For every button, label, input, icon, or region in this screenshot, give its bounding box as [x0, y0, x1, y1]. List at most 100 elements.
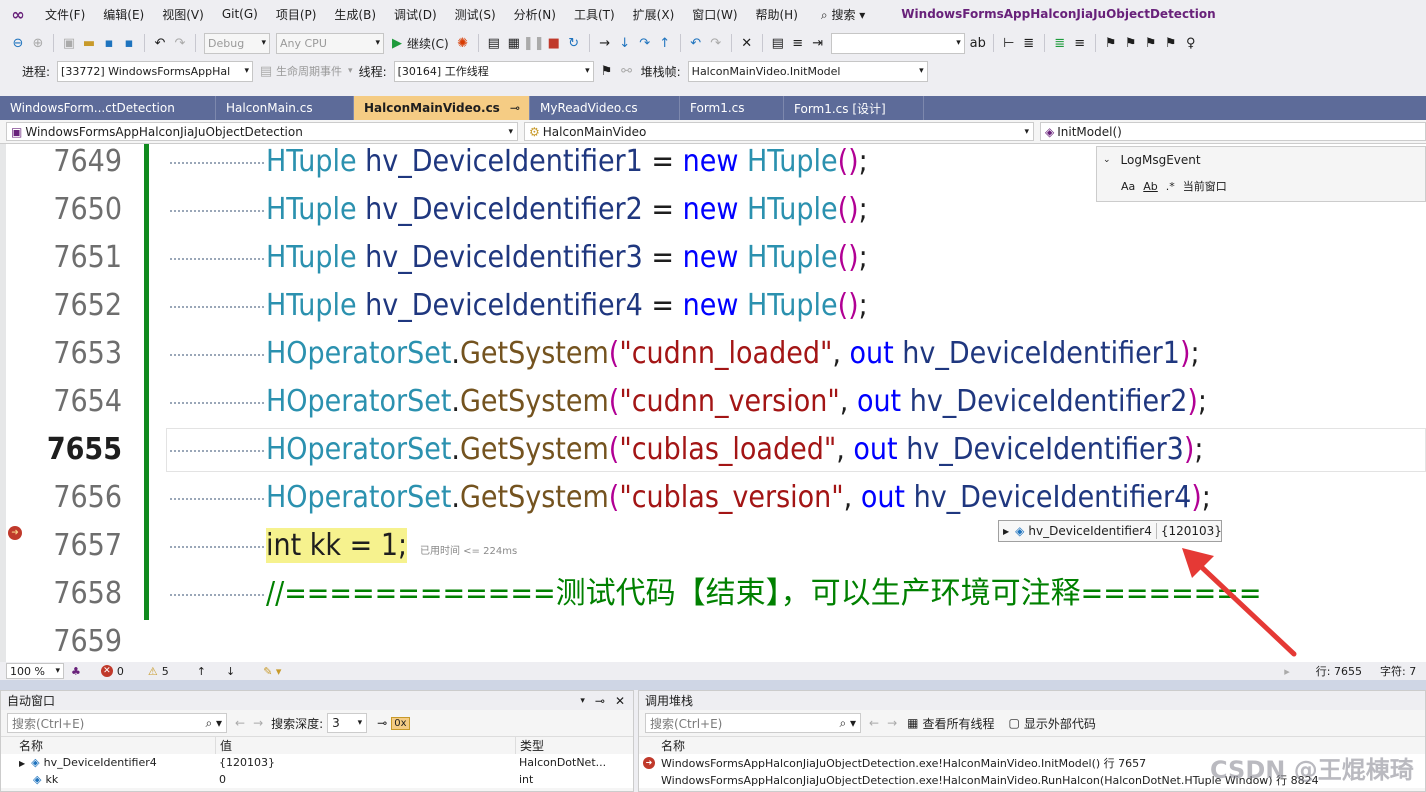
menu-window[interactable]: 窗口(W)	[683, 6, 746, 23]
match-case-icon[interactable]: Aa	[1121, 180, 1135, 193]
forward-icon[interactable]: →	[253, 716, 263, 730]
bookmark-prev-icon[interactable]: ⚑	[1121, 33, 1141, 53]
tab-form1[interactable]: Form1.cs	[680, 96, 784, 120]
expand-arrow-icon[interactable]: ▶	[1003, 527, 1009, 536]
menu-test[interactable]: 测试(S)	[446, 6, 505, 23]
close-icon[interactable]: ✕	[615, 694, 625, 708]
comment-icon[interactable]: ≣	[1019, 33, 1039, 53]
menu-view[interactable]: 视图(V)	[153, 6, 213, 23]
menu-extensions[interactable]: 扩展(X)	[624, 6, 684, 23]
back-icon[interactable]: ←	[869, 716, 879, 730]
table-row[interactable]: ◈ kk 0 int	[1, 771, 633, 788]
code-line-comment[interactable]: //============测试代码【结束】，可以生产环境可注释========	[170, 570, 1262, 618]
current-statement-arrow-icon[interactable]: ➜	[8, 526, 22, 540]
step-into-icon[interactable]: ↓	[615, 33, 635, 53]
lightbulb-icon[interactable]: ♀	[1181, 33, 1201, 53]
search-menu[interactable]: ⌕ 搜索 ▾	[813, 6, 873, 23]
class-dropdown[interactable]: ⚙ HalconMainVideo ▾	[524, 122, 1034, 141]
expand-arrow-icon[interactable]: ▶	[19, 759, 25, 768]
menu-file[interactable]: 文件(F)	[36, 6, 94, 23]
step-out-icon[interactable]: ↑	[655, 33, 675, 53]
code-line-current[interactable]: HOperatorSet.GetSystem("cublas_loaded", …	[170, 426, 1204, 474]
char-indicator[interactable]: 字符: 7	[1380, 663, 1426, 679]
continue-icon[interactable]: ▶	[387, 33, 407, 53]
uncomment-icon[interactable]: ≣	[1050, 33, 1070, 53]
project-dropdown[interactable]: ▣ WindowsFormsAppHalconJiaJuObjectDetecti…	[6, 122, 518, 141]
browser-link-icon[interactable]: ▤	[484, 33, 504, 53]
warning-count[interactable]: 5	[162, 665, 169, 678]
callstack-search-input[interactable]: 搜索(Ctrl+E) ⌕ ▾	[645, 713, 861, 733]
pin-icon[interactable]: ⊸	[595, 694, 605, 708]
next-issue-icon[interactable]: ↓	[226, 665, 235, 678]
line-indicator[interactable]: 行: 7655	[1316, 663, 1362, 679]
dropdown-icon[interactable]: ▾	[580, 696, 585, 706]
expand-icon[interactable]: ⌄	[1103, 155, 1111, 165]
code-line[interactable]: HTuple hv_DeviceIdentifier4 = new HTuple…	[170, 282, 868, 330]
column-type[interactable]: 类型	[515, 737, 633, 754]
process-dropdown[interactable]: [33772] WindowsFormsAppHal ▾	[57, 60, 254, 82]
bookmark-icon[interactable]: ⚑	[1101, 33, 1121, 53]
regex-icon[interactable]: .*	[1166, 180, 1175, 193]
prev-issue-icon[interactable]: ↑	[197, 665, 206, 678]
menu-edit[interactable]: 编辑(E)	[94, 6, 153, 23]
find-input[interactable]: LogMsgEvent	[1121, 153, 1201, 167]
data-tip[interactable]: ▶ ◈ hv_DeviceIdentifier4 {120103}	[998, 520, 1222, 542]
tab-myreadvideo[interactable]: MyReadVideo.cs	[530, 96, 680, 120]
menu-build[interactable]: 生成(B)	[325, 6, 385, 23]
align-icon[interactable]: ⊢	[999, 33, 1019, 53]
indicator-margin[interactable]	[0, 144, 6, 662]
column-name[interactable]: 名称	[1, 737, 215, 754]
document-icon[interactable]: ▤	[768, 33, 788, 53]
back-icon[interactable]: ⊖	[8, 33, 28, 53]
health-icon[interactable]: ♣	[71, 665, 81, 678]
code-line[interactable]: HTuple hv_DeviceIdentifier2 = new HTuple…	[170, 186, 868, 234]
step-over-icon[interactable]: ↷	[635, 33, 655, 53]
format-icon[interactable]: ≡	[788, 33, 808, 53]
code-line-next-statement[interactable]: int kk = 1;	[170, 522, 408, 570]
code-line[interactable]: HTuple hv_DeviceIdentifier3 = new HTuple…	[170, 234, 868, 282]
menu-project[interactable]: 项目(P)	[267, 6, 326, 23]
lifecycle-events[interactable]: 生命周期事件	[276, 63, 342, 79]
depth-dropdown[interactable]: 3 ▾	[327, 713, 368, 733]
stackframe-dropdown[interactable]: HalconMainVideo.InitModel ▾	[687, 60, 928, 82]
lifecycle-icon[interactable]: ▤	[256, 61, 276, 81]
code-line[interactable]: HOperatorSet.GetSystem("cudnn_version", …	[170, 378, 1207, 426]
undo-icon[interactable]: ↶	[150, 33, 170, 53]
tools-icon[interactable]: ✕	[737, 33, 757, 53]
spell-check-icon[interactable]: ab	[968, 33, 988, 53]
open-folder-icon[interactable]: ▬	[79, 33, 99, 53]
zoom-dropdown[interactable]: 100 % ▾	[6, 663, 64, 679]
stop-icon[interactable]: ■	[544, 33, 564, 53]
platform-dropdown[interactable]: Any CPU ▾	[276, 32, 384, 54]
external-code-icon[interactable]: ▢	[1008, 716, 1019, 730]
undo2-icon[interactable]: ↶	[686, 33, 706, 53]
redo-icon[interactable]: ↷	[170, 33, 190, 53]
menu-help[interactable]: 帮助(H)	[747, 6, 807, 23]
layout-icon[interactable]: ▦	[504, 33, 524, 53]
restart-icon[interactable]: ↻	[564, 33, 584, 53]
column-value[interactable]: 值	[215, 737, 515, 754]
show-external-code-button[interactable]: 显示外部代码	[1024, 715, 1096, 732]
continue-button[interactable]: 继续(C)	[407, 35, 449, 52]
indent-icon[interactable]: ⇥	[808, 33, 828, 53]
show-next-statement-icon[interactable]: →	[595, 33, 615, 53]
hex-icon[interactable]: 0x	[391, 716, 410, 730]
code-editor[interactable]: 7649 7650 7651 7652 7653 7654 7655 7656 …	[0, 144, 1426, 662]
flag-icon[interactable]: ⚑	[597, 61, 617, 81]
find-combo[interactable]: ▾	[830, 32, 965, 54]
bookmark-next-icon[interactable]: ⚑	[1141, 33, 1161, 53]
scroll-right-icon[interactable]: ▸	[1284, 665, 1290, 678]
tab-halconmain[interactable]: HalconMain.cs	[216, 96, 354, 120]
new-project-icon[interactable]: ▣	[59, 33, 79, 53]
tab-designer-detection[interactable]: WindowsForm...ctDetection	[0, 96, 216, 120]
pause-icon[interactable]: ❚❚	[523, 33, 545, 53]
menu-git[interactable]: Git(G)	[213, 7, 267, 21]
config-dropdown[interactable]: Debug ▾	[204, 32, 270, 54]
save-all-icon[interactable]: ▪	[119, 33, 139, 53]
tab-halconmainvideo[interactable]: HalconMainVideo.cs⊸✕	[354, 96, 530, 120]
bookmark-clear-icon[interactable]: ⚑	[1161, 33, 1181, 53]
menu-analyze[interactable]: 分析(N)	[505, 6, 565, 23]
scope-label[interactable]: 当前窗口	[1183, 178, 1227, 194]
code-line[interactable]: HTuple hv_DeviceIdentifier1 = new HTuple…	[170, 144, 868, 186]
error-icon[interactable]: ✕	[100, 665, 113, 677]
